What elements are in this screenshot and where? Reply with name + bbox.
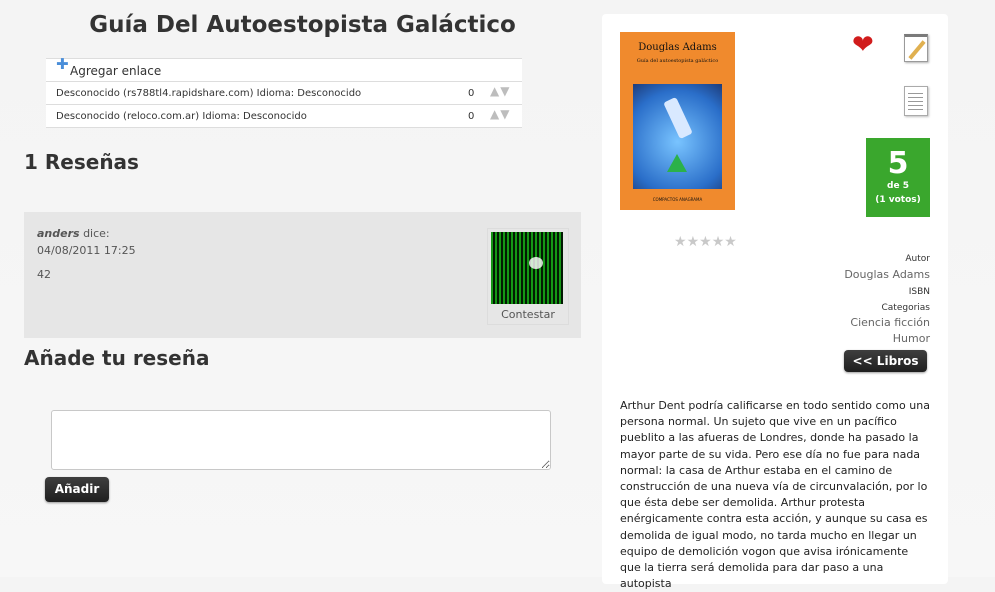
link-row: Desconocido (reloco.com.ar) Idioma: Desc…	[46, 105, 522, 128]
review-author: anders dice:	[37, 227, 110, 240]
book-description: Arthur Dent podría calificarse en todo s…	[620, 399, 930, 591]
star-icon[interactable]: ★	[699, 234, 712, 250]
review-username: anders	[37, 227, 80, 240]
document-icon[interactable]	[904, 86, 928, 116]
star-icon[interactable]: ★	[687, 234, 700, 250]
author-link[interactable]: Douglas Adams	[844, 268, 930, 281]
link-host-text[interactable]: Desconocido (rs788tl4.rapidshare.com)	[56, 88, 253, 99]
vote-arrows: ▲▼	[490, 84, 510, 98]
add-review-button[interactable]: Añadir	[45, 477, 109, 502]
star-icon[interactable]: ★	[674, 234, 687, 250]
avatar	[491, 232, 563, 304]
link-row: Desconocido (rs788tl4.rapidshare.com) Id…	[46, 82, 522, 105]
cover-author: Douglas Adams	[638, 42, 717, 53]
review-text: 42	[37, 268, 51, 281]
link-host-text[interactable]: Desconocido (reloco.com.ar)	[56, 111, 199, 122]
isbn-label: ISBN	[908, 287, 930, 297]
reviews-heading: 1 Reseñas	[24, 150, 139, 174]
score-of: de 5	[887, 181, 909, 191]
link-language: Idioma: Desconocido	[256, 88, 362, 99]
cover-publisher: COMPACTOS ANAGRAMA	[652, 197, 703, 202]
review-date: 04/08/2011 17:25	[37, 244, 136, 257]
score-badge: 5 de 5 (1 votos)	[866, 138, 930, 217]
book-sidebar: Douglas Adams Guía del autoestopista gal…	[602, 14, 948, 590]
favorite-heart-icon[interactable]: ❤	[852, 30, 874, 60]
review-textarea[interactable]	[51, 410, 551, 470]
star-icon[interactable]: ★	[724, 234, 737, 250]
book-cover: Douglas Adams Guía del autoestopista gal…	[620, 32, 735, 210]
link-host[interactable]: Desconocido (reloco.com.ar) Idioma: Desc…	[56, 111, 307, 122]
vote-arrows: ▲▼	[490, 107, 510, 121]
vote-up-icon[interactable]: ▲	[490, 84, 500, 98]
star-icon[interactable]: ★	[712, 234, 725, 250]
link-vote-count: 0	[468, 111, 475, 122]
vote-down-icon[interactable]: ▼	[500, 107, 510, 121]
back-to-books-button[interactable]: << Libros	[844, 350, 927, 372]
category-link[interactable]: Ciencia ficción	[850, 316, 930, 329]
links-table: ✚ Agregar enlace Desconocido (rs788tl4.r…	[46, 55, 522, 128]
category-link[interactable]: Humor	[893, 332, 930, 345]
page-title: Guía Del Autoestopista Galáctico	[89, 12, 516, 38]
score-value: 5	[887, 146, 909, 181]
plus-icon: ✚	[56, 55, 69, 73]
link-language: Idioma: Desconocido	[202, 111, 307, 122]
vote-up-icon[interactable]: ▲	[490, 107, 500, 121]
add-link-button[interactable]: ✚ Agregar enlace	[46, 55, 522, 82]
link-vote-count: 0	[468, 88, 475, 99]
add-link-label[interactable]: Agregar enlace	[70, 64, 161, 78]
score-votes: (1 votos)	[875, 195, 921, 205]
review-item: anders dice: 04/08/2011 17:25 42 Contest…	[24, 212, 581, 338]
add-review-heading: Añade tu reseña	[24, 346, 210, 370]
rating-stars[interactable]: ★★★★★	[674, 234, 737, 250]
review-says: dice:	[83, 227, 110, 240]
cover-subtitle: Guía del autoestopista galáctico	[636, 58, 719, 64]
vote-down-icon[interactable]: ▼	[500, 84, 510, 98]
notebook-edit-icon[interactable]	[904, 34, 928, 62]
cover-art	[633, 84, 722, 189]
link-host[interactable]: Desconocido (rs788tl4.rapidshare.com) Id…	[56, 88, 361, 99]
reply-link[interactable]: Contestar	[488, 308, 568, 321]
categories-label: Categorias	[881, 303, 931, 313]
author-label: Autor	[905, 254, 930, 264]
avatar-box: Contestar	[487, 228, 569, 325]
